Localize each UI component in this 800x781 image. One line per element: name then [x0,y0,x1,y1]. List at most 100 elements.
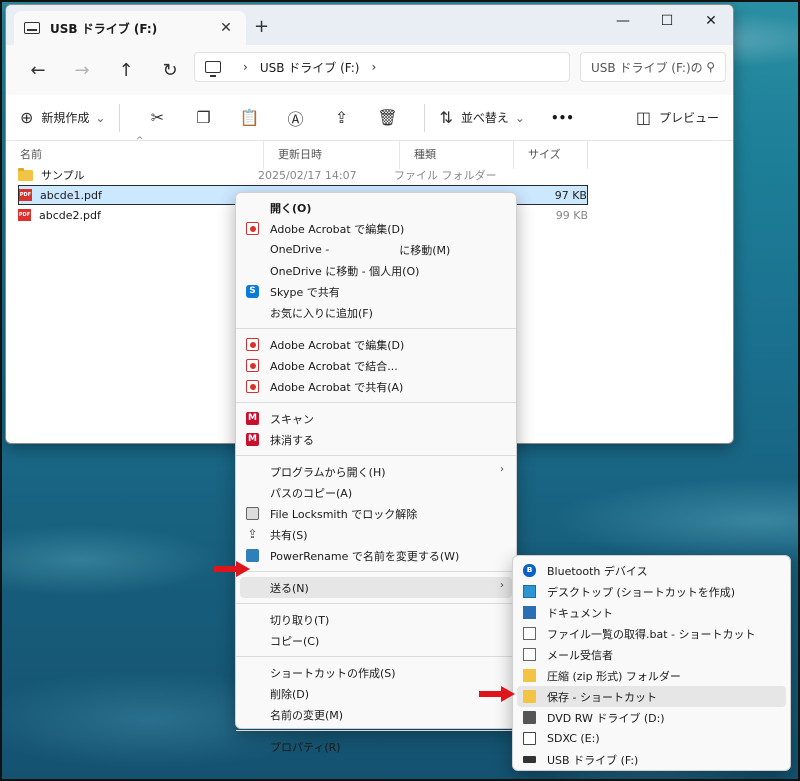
command-bar: ⊕ 新規作成 ⌄ ✂ ❐ 📋 Ⓐ ⇪ 🗑 ⇅ 並べ替え ⌄ ••• ◫ プレビュ… [6,95,733,141]
send-to-usb[interactable]: USB ドライブ (F:) [513,749,790,770]
file-row[interactable]: サンプル 2025/02/17 14:07 ファイル フォルダー [18,165,588,185]
menu-item-send-to[interactable]: 送る(N) › [240,577,512,598]
send-to-zip[interactable]: 圧縮 (zip 形式) フォルダー [513,665,790,686]
refresh-icon[interactable]: ↻ [148,60,192,81]
menu-item-label: OneDrive に移動 - 個人用(O) [270,264,420,278]
sort-caret-icon: ^ [136,136,144,146]
paste-icon[interactable]: 📋 [226,108,272,127]
send-to-save-shortcut[interactable]: 保存 - ショートカット [517,686,786,707]
acrobat-icon [246,359,259,372]
menu-item-cut[interactable]: 切り取り(T) [236,609,516,630]
menu-item-label: Adobe Acrobat で編集(D) [270,338,405,352]
pc-icon [205,61,221,77]
chevron-right-icon[interactable]: › [371,60,376,74]
sort-button[interactable]: ⇅ 並べ替え ⌄ [439,108,524,127]
menu-item-rename[interactable]: 名前の変更(M) [236,704,516,725]
more-options-icon[interactable]: ••• [551,111,574,125]
menu-item-label: お気に入りに追加(F) [270,306,373,320]
breadcrumb-usb-drive[interactable]: USB ドライブ (F:) [260,59,360,76]
menu-item-label: 共有(S) [270,528,308,542]
new-button[interactable]: ⊕ 新規作成 ⌄ [20,108,105,127]
send-to-sdxc[interactable]: SDXC (E:) [513,728,790,749]
tab-close-icon[interactable]: ✕ [216,20,236,36]
acrobat-icon [246,380,259,393]
send-to-dvd[interactable]: DVD RW ドライブ (D:) [513,707,790,728]
close-button[interactable]: ✕ [689,5,733,37]
menu-divider [236,571,516,572]
menu-item-delete[interactable]: 削除(D) [236,683,516,704]
menu-item-scan[interactable]: M スキャン [236,408,516,429]
chevron-right-icon[interactable]: › [243,60,248,74]
send-to-bat-shortcut[interactable]: ファイル一覧の取得.bat - ショートカット [513,623,790,644]
send-to-bluetooth[interactable]: ʙ Bluetooth デバイス [513,560,790,581]
share-icon[interactable]: ⇪ [318,108,364,127]
menu-item-label: 開く(O) [270,201,312,215]
copy-icon[interactable]: ❐ [180,108,226,127]
menu-item-share[interactable]: ⇪ 共有(S) [236,524,516,545]
menu-item-open-with[interactable]: プログラムから開く(H) › [236,461,516,482]
cut-icon[interactable]: ✂ [134,108,180,127]
menu-item-label: File Locksmith でロック解除 [270,507,418,521]
mcafee-icon: M [246,412,259,425]
menu-item-label: DVD RW ドライブ (D:) [547,711,665,725]
bluetooth-icon: ʙ [523,564,536,577]
menu-item-label: スキャン [270,412,314,426]
up-icon[interactable]: ↑ [104,60,148,81]
context-menu: 開く(O) Adobe Acrobat で編集(D) OneDrive - に移動… [235,192,517,754]
menu-item-label: コピー(C) [270,634,320,648]
menu-item-properties[interactable]: プロパティ(R) [236,736,516,757]
red-arrow-icon [479,686,515,702]
folder-icon [18,167,33,181]
menu-divider [236,603,516,604]
menu-item-onedrive-personal[interactable]: OneDrive に移動 - 個人用(O) [236,260,516,281]
rename-icon[interactable]: Ⓐ [272,106,318,130]
menu-item-copy-path[interactable]: パスのコピー(A) [236,482,516,503]
tab-usb-drive[interactable]: USB ドライブ (F:) ✕ [14,11,246,45]
maximize-button[interactable]: ☐ [645,5,689,37]
menu-item-label: 圧縮 (zip 形式) フォルダー [547,669,681,683]
menu-item-powerrename[interactable]: PowerRename で名前を変更する(W) [236,545,516,566]
forward-icon[interactable]: → [60,60,104,81]
menu-item-label: に移動(M) [399,243,451,257]
menu-item-skype-share[interactable]: S Skype で共有 [236,281,516,302]
menu-item-open[interactable]: 開く(O) [236,197,516,218]
menu-item-add-favorites[interactable]: お気に入りに追加(F) [236,302,516,323]
menu-item-file-locksmith[interactable]: File Locksmith でロック解除 [236,503,516,524]
search-input[interactable]: USB ドライブ (F:)の ⚲ [580,52,726,82]
file-date: 2025/02/17 14:07 [258,168,357,182]
plus-circle-icon: ⊕ [20,108,34,127]
menu-item-create-shortcut[interactable]: ショートカットの作成(S) [236,662,516,683]
new-tab-icon[interactable]: + [254,16,269,37]
preview-button[interactable]: ◫ プレビュー [636,108,719,127]
send-to-desktop[interactable]: デスクトップ (ショートカットを作成) [513,581,790,602]
sd-card-icon [523,732,536,745]
menu-item-label: ファイル一覧の取得.bat - ショートカット [547,627,756,641]
menu-item-acrobat-edit[interactable]: Adobe Acrobat で編集(D) [236,218,516,239]
sort-label: 並べ替え [460,111,509,125]
minimize-button[interactable]: — [601,5,645,37]
menu-item-label: ドキュメント [547,606,613,620]
menu-item-label: OneDrive - [270,243,330,256]
file-name: abcde1.pdf [40,188,102,202]
back-icon[interactable]: ← [16,60,60,81]
menu-item-acrobat-combine[interactable]: Adobe Acrobat で結合... [236,355,516,376]
menu-item-label: 名前の変更(M) [270,708,344,722]
menu-item-label: USB ドライブ (F:) [547,753,639,767]
menu-item-label: 保存 - ショートカット [547,690,657,704]
menu-item-acrobat-edit-2[interactable]: Adobe Acrobat で編集(D) [236,334,516,355]
menu-item-label: Adobe Acrobat で共有(A) [270,380,404,394]
menu-item-label: Bluetooth デバイス [547,564,648,578]
menu-item-onedrive-move[interactable]: OneDrive - に移動(M) [236,239,516,260]
delete-icon[interactable]: 🗑 [364,108,410,127]
tab-title: USB ドライブ (F:) [50,21,158,36]
menu-item-copy[interactable]: コピー(C) [236,630,516,651]
send-to-mail[interactable]: メール受信者 [513,644,790,665]
menu-divider [236,402,516,403]
usb-drive-icon [523,756,536,763]
menu-item-label: ショートカットの作成(S) [270,666,396,680]
menu-item-erase[interactable]: M 抹消する [236,429,516,450]
send-to-documents[interactable]: ドキュメント [513,602,790,623]
menu-item-label: プロパティ(R) [270,740,341,754]
address-bar[interactable]: › USB ドライブ (F:) › [194,52,570,82]
menu-item-acrobat-share[interactable]: Adobe Acrobat で共有(A) [236,376,516,397]
